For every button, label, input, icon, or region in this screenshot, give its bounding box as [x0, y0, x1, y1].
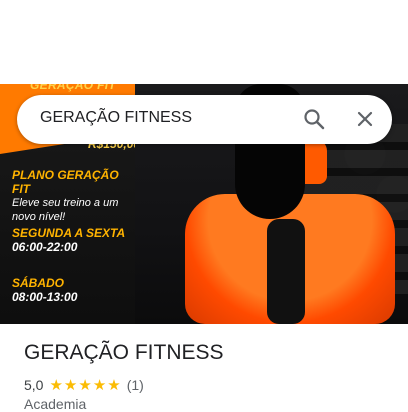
- star-icon: ★: [107, 376, 121, 394]
- promo-saturday-block: SÁBADO 08:00-13:00: [12, 276, 77, 304]
- search-icon[interactable]: [302, 107, 326, 131]
- place-title: GERAÇÃO FITNESS: [24, 341, 224, 364]
- promo-plan-line1: Eleve seu treino a um: [12, 197, 119, 209]
- promo-weekdays-title: SEGUNDA A SEXTA: [12, 226, 126, 240]
- promo-plan-block: PLANO GERAÇÃO FIT Eleve seu treino a um …: [12, 168, 135, 224]
- review-count[interactable]: (1): [127, 377, 144, 393]
- rating-stars: ★ ★ ★ ★ ★: [49, 378, 120, 393]
- promo-plan-line2: novo nível!: [12, 211, 66, 223]
- star-icon: ★: [49, 376, 63, 394]
- search-bar[interactable]: GERAÇÃO FITNESS: [17, 95, 392, 144]
- rating-row[interactable]: 5,0 ★ ★ ★ ★ ★ (1): [24, 376, 144, 394]
- promo-saturday-title: SÁBADO: [12, 276, 65, 290]
- promo-plan-title: PLANO GERAÇÃO FIT: [12, 168, 119, 196]
- star-icon: ★: [78, 376, 92, 394]
- athlete-leg-gap: [267, 219, 305, 324]
- close-icon[interactable]: [353, 107, 377, 131]
- map-top-area: [0, 0, 408, 84]
- promo-weekdays-hours: 06:00-22:00: [12, 240, 78, 254]
- rating-value: 5,0: [24, 377, 44, 393]
- star-icon: ★: [92, 376, 107, 394]
- promo-brand: GERAÇÃO FIT: [30, 84, 116, 92]
- promo-weekdays-block: SEGUNDA A SEXTA 06:00-22:00: [12, 226, 125, 254]
- search-input[interactable]: GERAÇÃO FITNESS: [40, 109, 192, 127]
- promo-saturday-hours: 08:00-13:00: [12, 290, 78, 304]
- star-icon: ★: [63, 376, 78, 394]
- place-category: Academia: [24, 396, 87, 412]
